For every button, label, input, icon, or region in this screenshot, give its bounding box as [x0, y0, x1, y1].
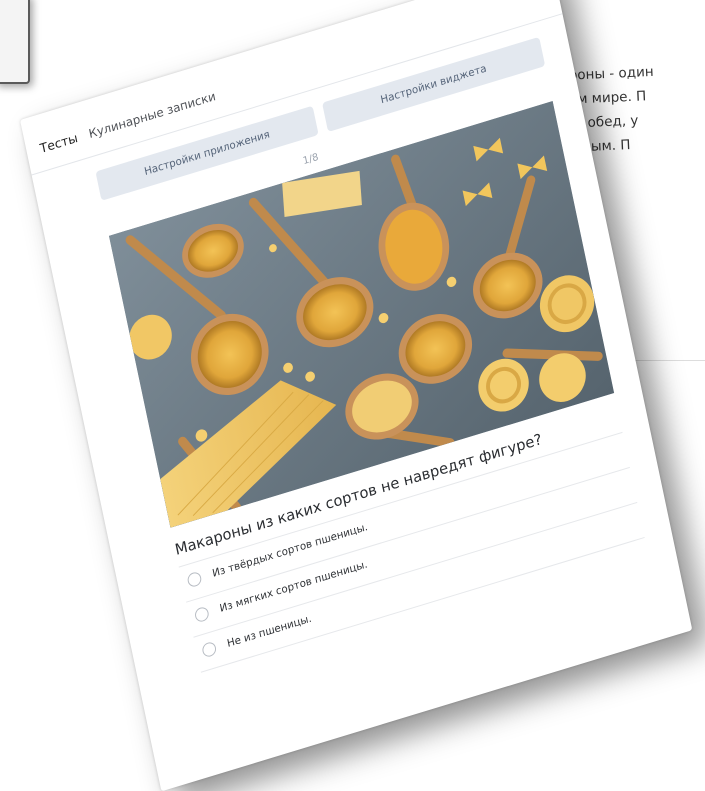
background-window-fragment	[0, 0, 30, 84]
tab-tests[interactable]: Тесты	[39, 130, 79, 156]
answer-option[interactable]: Не из пшеницы.	[201, 512, 640, 659]
radio-button-icon[interactable]	[186, 570, 203, 589]
answer-label: Не из пшеницы.	[226, 612, 313, 650]
radio-button-icon[interactable]	[201, 640, 218, 659]
radio-button-icon[interactable]	[193, 605, 210, 624]
tab-culinary-notes[interactable]: Кулинарные записки	[87, 89, 216, 141]
